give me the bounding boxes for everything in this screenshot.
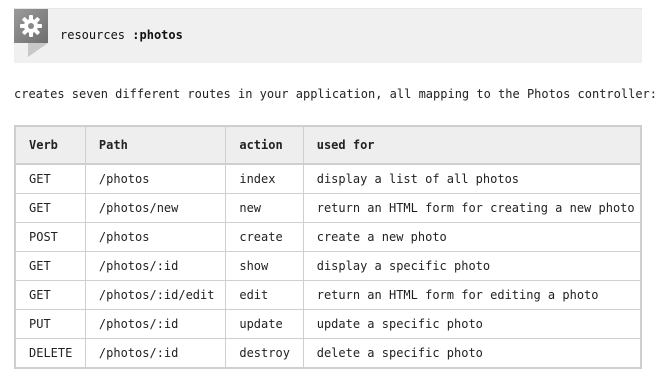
cell-action: edit (225, 280, 304, 310)
cell-path: /photos/:id (84, 309, 227, 339)
cell-used-for: return an HTML form for creating a new p… (302, 193, 642, 223)
header-used-for: used for (302, 125, 642, 165)
cell-path: /photos/new (84, 193, 227, 223)
header-action: action (225, 125, 304, 165)
cell-path: /photos (84, 222, 227, 252)
code-badge (14, 9, 48, 43)
cell-verb: POST (14, 222, 86, 252)
table-row: GET /photos/:id/edit edit return an HTML… (14, 280, 642, 310)
table-row: PUT /photos/:id update update a specific… (14, 309, 642, 339)
code-badge-fold (28, 43, 48, 57)
cell-verb: DELETE (14, 338, 86, 369)
cell-action: update (225, 309, 304, 339)
code-keyword: resources (60, 28, 126, 42)
cell-verb: GET (14, 193, 86, 223)
header-verb: Verb (14, 125, 86, 165)
cell-verb: PUT (14, 309, 86, 339)
code-line: resources :photos (60, 27, 183, 43)
cell-action: new (225, 193, 304, 223)
cell-verb: GET (14, 280, 86, 310)
routes-table: Verb Path action used for GET /photos in… (14, 125, 642, 369)
cell-used-for: delete a specific photo (302, 338, 642, 369)
cell-used-for: update a specific photo (302, 309, 642, 339)
table-row: GET /photos/:id show display a specific … (14, 251, 642, 281)
header-path: Path (84, 125, 227, 165)
cell-path: /photos (84, 163, 227, 194)
cell-action: destroy (225, 338, 304, 369)
cell-action: create (225, 222, 304, 252)
cell-path: /photos/:id (84, 251, 227, 281)
cell-verb: GET (14, 251, 86, 281)
table-row: GET /photos index display a list of all … (14, 163, 642, 194)
cell-used-for: create a new photo (302, 222, 642, 252)
cell-path: /photos/:id/edit (84, 280, 227, 310)
table-row: DELETE /photos/:id destroy delete a spec… (14, 338, 642, 369)
cell-path: /photos/:id (84, 338, 227, 369)
description-text: creates seven different routes in your a… (14, 87, 657, 101)
cell-used-for: display a list of all photos (302, 163, 642, 194)
cell-verb: GET (14, 163, 86, 194)
cell-action: show (225, 251, 304, 281)
gear-icon (20, 15, 42, 37)
code-block: resources :photos (14, 8, 642, 63)
cell-used-for: display a specific photo (302, 251, 642, 281)
table-row: POST /photos create create a new photo (14, 222, 642, 252)
cell-used-for: return an HTML form for editing a photo (302, 280, 642, 310)
code-symbol: :photos (132, 28, 183, 42)
table-header-row: Verb Path action used for (14, 125, 642, 165)
cell-action: index (225, 163, 304, 194)
table-row: GET /photos/new new return an HTML form … (14, 193, 642, 223)
